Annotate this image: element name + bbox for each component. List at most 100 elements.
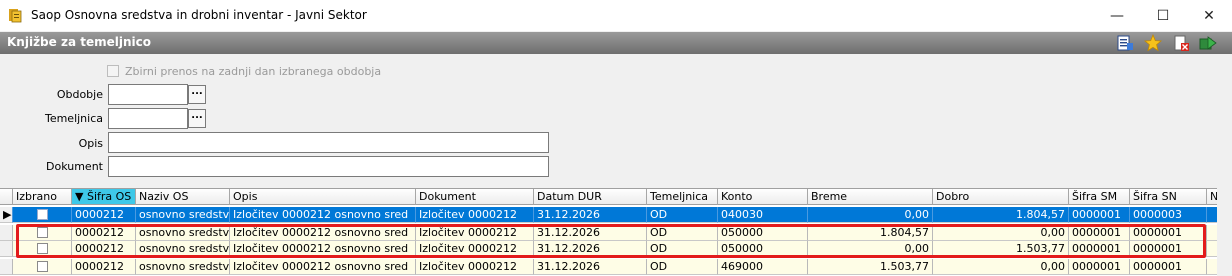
cell-naziv-os: osnovno sredstvo xyxy=(136,207,230,223)
list-icon[interactable] xyxy=(1116,34,1134,52)
cell-opis: Izločitev 0000212 osnovno sred xyxy=(230,225,416,241)
table-row[interactable]: 0000212 osnovno sredstvo Izločitev 00002… xyxy=(0,259,1217,275)
cell-naziv-os: osnovno sredstvo xyxy=(136,225,230,241)
header-next[interactable]: N xyxy=(1207,189,1217,205)
header-opis[interactable]: Opis xyxy=(230,189,416,205)
dokument-field[interactable] xyxy=(108,156,549,177)
header-breme[interactable]: Breme xyxy=(808,189,933,205)
table-row[interactable]: 0000212 osnovno sredstvo Izločitev 00002… xyxy=(0,225,1217,241)
cell-sifra-sm: 0000001 xyxy=(1069,241,1130,257)
cell-opis: Izločitev 0000212 osnovno sred xyxy=(230,207,416,223)
cell-sifra-sn: 0000001 xyxy=(1130,225,1207,241)
cell-sifra-os: 0000212 xyxy=(72,207,136,223)
cell-sifra-os: 0000212 xyxy=(72,259,136,275)
cell-konto: 040030 xyxy=(718,207,808,223)
izbrano-checkbox[interactable] xyxy=(36,209,48,220)
cell-datum: 31.12.2026 xyxy=(534,241,647,257)
cell-sifra-sm: 0000001 xyxy=(1069,225,1130,241)
close-button[interactable]: ✕ xyxy=(1186,0,1232,31)
sort-descending-icon: ▼ xyxy=(75,190,87,203)
cell-dokument: Izločitev 0000212 xyxy=(416,241,534,257)
star-icon[interactable] xyxy=(1144,34,1162,52)
cell-dokument: Izločitev 0000212 xyxy=(416,225,534,241)
header-izbrano[interactable]: Izbrano xyxy=(13,189,72,205)
cell-sifra-sm: 0000001 xyxy=(1069,207,1130,223)
obdobje-field[interactable] xyxy=(108,84,188,105)
cell-dobro: 0,00 xyxy=(933,259,1069,275)
header-dokument[interactable]: Dokument xyxy=(416,189,534,205)
cell-opis: Izločitev 0000212 osnovno sred xyxy=(230,241,416,257)
temeljnica-label: Temeljnica xyxy=(44,112,103,125)
window-title: Saop Osnovna sredstva in drobni inventar… xyxy=(31,8,367,22)
cell-temeljnica: OD xyxy=(647,225,718,241)
header-dobro[interactable]: Dobro xyxy=(933,189,1069,205)
summary-transfer-label: Zbirni prenos na zadnji dan izbranega ob… xyxy=(125,64,382,78)
header-naziv-os[interactable]: Naziv OS xyxy=(136,189,230,205)
opis-field[interactable] xyxy=(108,132,549,153)
cell-dobro: 1.804,57 xyxy=(933,207,1069,223)
cell-breme: 1.503,77 xyxy=(808,259,933,275)
minimize-button[interactable]: — xyxy=(1094,0,1140,31)
header-sifra-sn[interactable]: Šifra SN xyxy=(1130,189,1207,205)
cell-sifra-sn: 0000001 xyxy=(1130,241,1207,257)
row-checkbox-cell[interactable] xyxy=(13,225,72,241)
izbrano-checkbox[interactable] xyxy=(36,227,48,238)
izbrano-checkbox[interactable] xyxy=(36,261,48,272)
row-pointer-icon: ▶ xyxy=(0,207,13,223)
header-sifra-sm[interactable]: Šifra SM xyxy=(1069,189,1130,205)
header-temeljnica[interactable]: Temeljnica xyxy=(647,189,718,205)
header-datum-dur[interactable]: Datum DUR xyxy=(534,189,647,205)
window-titlebar: Saop Osnovna sredstva in drobni inventar… xyxy=(0,0,1232,31)
cell-datum: 31.12.2026 xyxy=(534,225,647,241)
cell-sifra-sn: 0000003 xyxy=(1130,207,1207,223)
cell-sifra-os: 0000212 xyxy=(72,241,136,257)
table-row[interactable]: ▶ 0000212 osnovno sredstvo Izločitev 000… xyxy=(0,207,1217,223)
cell-konto: 050000 xyxy=(718,225,808,241)
cell-konto: 050000 xyxy=(718,241,808,257)
temeljnica-browse-button[interactable]: ... xyxy=(188,109,206,128)
header-sifra-os[interactable]: ▼ Šifra OS xyxy=(72,189,136,205)
export-icon[interactable] xyxy=(1199,34,1217,52)
cell-breme: 0,00 xyxy=(808,241,933,257)
table-row[interactable]: 0000212 osnovno sredstvo Izločitev 00002… xyxy=(0,241,1217,257)
obdobje-label: Obdobje xyxy=(56,88,103,101)
maximize-button[interactable]: ☐ xyxy=(1140,0,1186,31)
opis-label: Opis xyxy=(78,137,103,150)
cell-temeljnica: OD xyxy=(647,259,718,275)
header-indicator xyxy=(0,189,13,205)
cell-dokument: Izločitev 0000212 xyxy=(416,207,534,223)
cell-next xyxy=(1207,241,1217,257)
panel-header: Knjižbe za temeljnico xyxy=(0,32,1232,54)
cell-breme: 1.804,57 xyxy=(808,225,933,241)
obdobje-browse-button[interactable]: ... xyxy=(188,85,206,104)
vertical-scrollbar[interactable] xyxy=(1217,188,1232,276)
row-checkbox-cell[interactable] xyxy=(13,207,72,223)
cell-temeljnica: OD xyxy=(647,241,718,257)
summary-transfer-option: Zbirni prenos na zadnji dan izbranega ob… xyxy=(107,64,381,78)
row-indicator xyxy=(0,225,13,241)
temeljnica-field[interactable] xyxy=(108,108,188,129)
cell-breme: 0,00 xyxy=(808,207,933,223)
cell-dokument: Izločitev 0000212 xyxy=(416,259,534,275)
cell-datum: 31.12.2026 xyxy=(534,259,647,275)
cell-next xyxy=(1207,225,1217,241)
row-checkbox-cell[interactable] xyxy=(13,259,72,275)
cell-next xyxy=(1207,207,1217,223)
row-indicator xyxy=(0,259,13,275)
cell-dobro: 1.503,77 xyxy=(933,241,1069,257)
dokument-label: Dokument xyxy=(46,160,103,173)
delete-doc-icon[interactable] xyxy=(1172,34,1190,52)
cell-konto: 469000 xyxy=(718,259,808,275)
summary-transfer-checkbox xyxy=(107,65,119,77)
cell-dobro: 0,00 xyxy=(933,225,1069,241)
grid-header: Izbrano ▼ Šifra OS Naziv OS Opis Dokumen… xyxy=(0,189,1217,205)
cell-naziv-os: osnovno sredstvo xyxy=(136,241,230,257)
cell-next xyxy=(1207,259,1217,275)
cell-datum: 31.12.2026 xyxy=(534,207,647,223)
cell-opis: Izločitev 0000212 osnovno sred xyxy=(230,259,416,275)
row-indicator xyxy=(0,241,13,257)
header-konto[interactable]: Konto xyxy=(718,189,808,205)
izbrano-checkbox[interactable] xyxy=(36,243,48,254)
entries-grid[interactable]: Izbrano ▼ Šifra OS Naziv OS Opis Dokumen… xyxy=(0,188,1217,276)
row-checkbox-cell[interactable] xyxy=(13,241,72,257)
